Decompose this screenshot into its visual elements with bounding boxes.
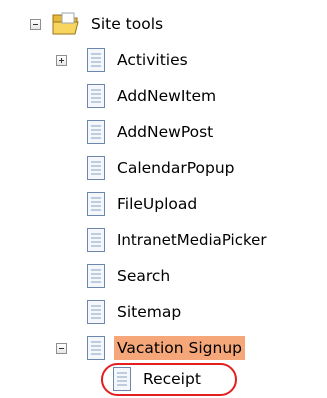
page-icon: [87, 264, 105, 288]
tree-node-label[interactable]: Site tools: [88, 12, 166, 36]
tree-node-receipt[interactable]: Receipt: [0, 361, 327, 397]
page-icon: [113, 367, 131, 391]
collapse-toggle-icon[interactable]: [30, 19, 41, 30]
tree-node-label-selected[interactable]: Vacation Signup: [114, 336, 246, 360]
page-icon: [87, 84, 105, 108]
tree-node-label[interactable]: AddNewItem: [114, 84, 219, 108]
tree-node-intranetmediapicker[interactable]: IntranetMediaPicker: [0, 222, 327, 258]
tree-node-addnewpost[interactable]: AddNewPost: [0, 114, 327, 150]
tree-node-label[interactable]: FileUpload: [114, 192, 200, 216]
tree-node-label[interactable]: IntranetMediaPicker: [114, 228, 270, 252]
page-icon: [87, 228, 105, 252]
page-icon: [87, 156, 105, 180]
tree-node-label[interactable]: Sitemap: [114, 300, 184, 324]
tree-node-fileupload[interactable]: FileUpload: [0, 186, 327, 222]
tree-node-search[interactable]: Search: [0, 258, 327, 294]
tree-node-label[interactable]: Activities: [114, 48, 191, 72]
tree-node-addnewitem[interactable]: AddNewItem: [0, 78, 327, 114]
tree-node-sitemap[interactable]: Sitemap: [0, 294, 327, 330]
tree-node-label[interactable]: Receipt: [140, 367, 204, 391]
page-icon: [87, 300, 105, 324]
tree-node-label[interactable]: Search: [114, 264, 173, 288]
folder-open-icon: [52, 12, 79, 35]
expand-toggle-icon[interactable]: [56, 55, 67, 66]
page-icon: [87, 120, 105, 144]
tree-node-label[interactable]: CalendarPopup: [114, 156, 237, 180]
tree-node-site-tools[interactable]: Site tools: [0, 6, 327, 42]
site-tree: Site tools Activities AddNewItem AddNewP…: [0, 0, 327, 398]
collapse-toggle-icon[interactable]: [56, 343, 67, 354]
tree-node-activities[interactable]: Activities: [0, 42, 327, 78]
tree-node-calendarpopup[interactable]: CalendarPopup: [0, 150, 327, 186]
page-icon: [87, 48, 105, 72]
tree-node-label[interactable]: AddNewPost: [114, 120, 216, 144]
page-icon: [87, 336, 105, 360]
page-icon: [87, 192, 105, 216]
